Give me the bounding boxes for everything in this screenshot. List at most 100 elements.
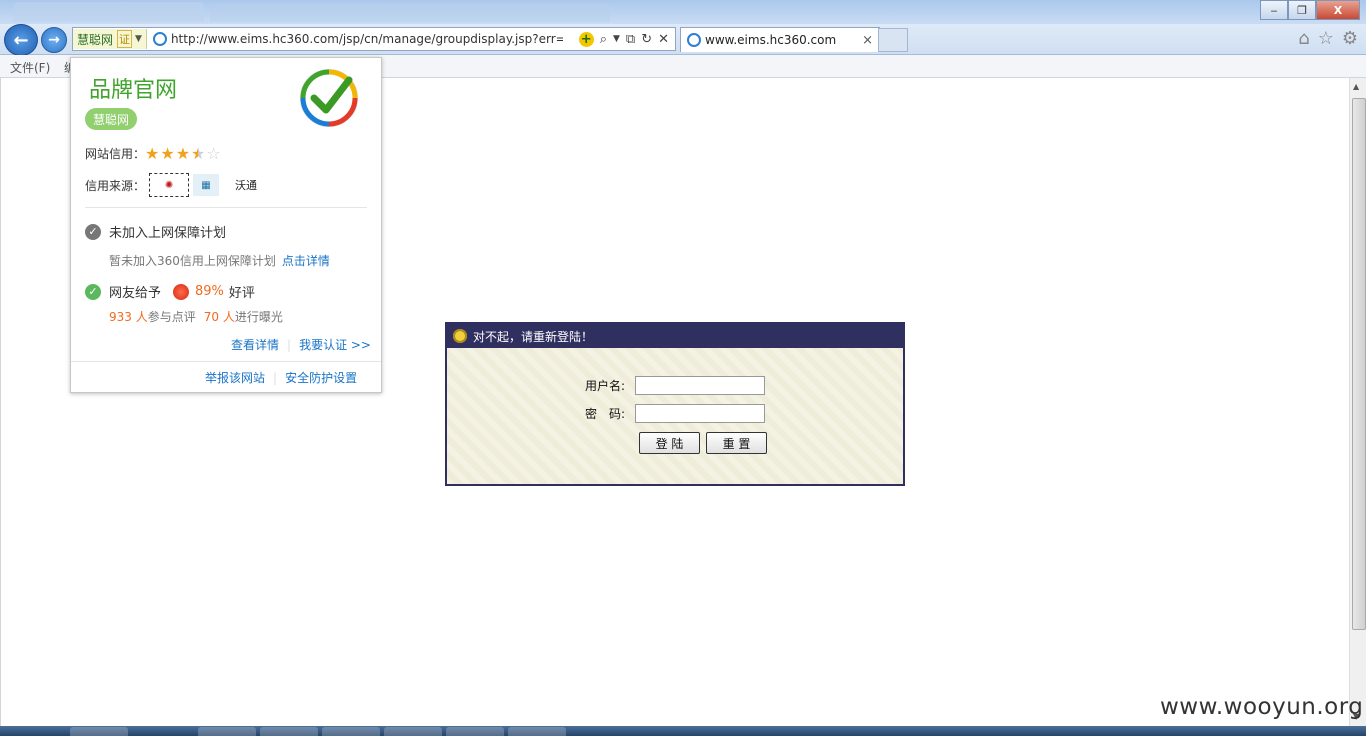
username-row: 用户名: (447, 376, 903, 395)
certify-link[interactable]: 我要认证 >> (299, 336, 371, 353)
reset-button[interactable]: 重 置 (706, 432, 767, 454)
review-row: ✓ 网友给予 89% 好评 (85, 282, 255, 301)
login-buttons: 登 陆 重 置 (639, 432, 767, 454)
star-empty-icon: ☆ (206, 144, 221, 163)
window-titlebar: ‒ ❐ X (0, 0, 1366, 24)
stop-icon[interactable]: ✕ (658, 32, 669, 47)
divider (85, 207, 367, 208)
username-label: 用户名: (584, 379, 625, 393)
friends-label: 网友给予 (109, 286, 162, 301)
windows-taskbar (0, 726, 1366, 736)
watermark-text: www.wooyun.org (1160, 694, 1364, 720)
taskbar-item[interactable] (384, 727, 442, 736)
taskbar-item[interactable] (446, 727, 504, 736)
taskbar-item[interactable] (508, 727, 566, 736)
good-label: 好评 (228, 286, 255, 301)
view-details-link[interactable]: 查看详情 (231, 336, 279, 353)
forward-button[interactable]: → (41, 27, 67, 53)
address-bar[interactable]: 慧聪网 证 ▼ http://www.eims.hc360.com/jsp/cn… (72, 27, 676, 51)
search-icon[interactable]: ⌕ (600, 32, 607, 47)
back-button[interactable]: ← (4, 24, 38, 56)
browser-toolbar-icons: ⌂ ☆ ⚙ (1298, 28, 1358, 49)
details-link[interactable]: 点击详情 (282, 252, 330, 269)
tomato-icon (173, 283, 190, 300)
arrow-left-icon: ← (13, 29, 29, 51)
not-joined-title: 未加入上网保障计划 (109, 226, 227, 241)
footer-links-row: 举报该网站 | 安全防护设置 (205, 369, 357, 386)
login-dialog: 对不起，请重新登陆！ 用户名: 密 码: 登 陆 重 置 (445, 322, 905, 486)
action-links-row: 查看详情 | 我要认证 >> (231, 336, 371, 353)
star-filled-icon: ★ (160, 144, 175, 163)
taskbar-item[interactable] (322, 727, 380, 736)
home-icon[interactable]: ⌂ (1298, 28, 1309, 49)
credit-source-row: 信用来源： ✺ ▦ 沃通 (85, 173, 263, 197)
security-settings-link[interactable]: 安全防护设置 (285, 369, 357, 386)
login-button[interactable]: 登 陆 (639, 432, 700, 454)
vertical-scrollbar[interactable]: ▲ ▼ (1349, 78, 1366, 726)
new-tab-button[interactable] (878, 28, 908, 52)
site-label: 慧聪网 (77, 32, 114, 47)
password-label: 密 码: (584, 407, 625, 421)
verified-check-icon (300, 69, 358, 127)
username-input[interactable] (635, 376, 765, 395)
taskbar-item[interactable] (260, 727, 318, 736)
dropdown-icon[interactable]: ▼ (613, 34, 620, 44)
menu-file[interactable]: 文件(F) (10, 59, 50, 76)
good-rate: 89% (195, 284, 224, 299)
site-identity-badge[interactable]: 慧聪网 证 ▼ (73, 29, 147, 49)
participants-suffix: 参与点评 (147, 310, 196, 324)
not-joined-desc: 暂未加入360信用上网保障计划 (109, 254, 276, 268)
tab-active[interactable]: www.eims.hc360.com × (680, 27, 880, 52)
exposure-count: 70 人 (203, 310, 235, 324)
review-stats-row: 933 人 参与点评 70 人 进行曝光 (109, 308, 283, 325)
brand-badge: 慧聪网 (85, 108, 138, 130)
add-plugin-icon[interactable]: + (578, 31, 594, 47)
close-window-button[interactable]: X (1316, 0, 1360, 20)
source-logo-2[interactable]: ▦ (193, 174, 220, 196)
separator: | (287, 337, 292, 352)
certificate-icon[interactable]: 证 (117, 30, 133, 48)
star-filled-icon: ★ (145, 144, 160, 163)
gear-icon[interactable]: ⚙ (1342, 28, 1358, 49)
taskbar-item[interactable] (198, 727, 256, 736)
arrow-right-icon: → (48, 32, 60, 48)
minimize-button[interactable]: ‒ (1260, 0, 1288, 20)
credit-label: 网站信用： (85, 147, 146, 161)
exposure-suffix: 进行曝光 (234, 310, 283, 324)
star-filled-icon: ★ (175, 144, 191, 163)
close-tab-icon[interactable]: × (862, 33, 873, 48)
source-label: 信用来源： (85, 178, 146, 193)
credit-rating-row: 网站信用： ★★★★☆ (85, 144, 222, 163)
divider (71, 361, 381, 362)
rating-stars: ★★★★☆ (145, 144, 222, 163)
address-bar-actions: + ⌕ ▼ ⧉ ↻ ✕ (578, 31, 675, 47)
participants-count: 933 人 (109, 310, 148, 324)
maximize-button[interactable]: ❐ (1288, 0, 1316, 20)
green-check-icon: ✓ (85, 283, 101, 300)
scroll-up-icon[interactable]: ▲ (1353, 82, 1359, 91)
taskbar-item[interactable] (70, 727, 128, 736)
grey-check-icon: ✓ (85, 223, 101, 240)
lightbulb-icon (453, 329, 467, 343)
navigation-bar: ← → 慧聪网 证 ▼ http://www.eims.hc360.com/js… (0, 24, 1366, 56)
separator: | (273, 370, 278, 385)
url-input[interactable]: http://www.eims.hc360.com/jsp/cn/manage/… (171, 32, 563, 46)
star-half-icon: ★ (191, 144, 206, 163)
window-controls: ‒ ❐ X (1260, 0, 1360, 20)
favorites-star-icon[interactable]: ☆ (1318, 28, 1334, 49)
brand-title: 品牌官网 (89, 78, 178, 103)
background-tab-shadow (210, 4, 610, 22)
password-input[interactable] (635, 404, 765, 423)
chevron-down-icon[interactable]: ▼ (135, 34, 142, 44)
report-site-link[interactable]: 举报该网站 (205, 369, 265, 386)
site-credit-popup: 品牌官网 慧聪网 网站信用： ★★★★☆ 信用来源： ✺ ▦ 沃通 ✓ 未加入上… (70, 57, 382, 393)
ie-page-icon (152, 32, 167, 46)
refresh-icon[interactable]: ↻ (641, 32, 652, 47)
scrollbar-thumb[interactable] (1352, 98, 1366, 630)
background-tab-shadow (14, 2, 204, 22)
tab-title: www.eims.hc360.com (705, 33, 837, 47)
login-error-message: 对不起，请重新登陆！ (473, 329, 594, 344)
source-logo-1[interactable]: ✺ (149, 173, 190, 197)
source-logo-wosign[interactable]: 沃通 (229, 174, 263, 196)
compat-view-icon[interactable]: ⧉ (626, 32, 635, 47)
